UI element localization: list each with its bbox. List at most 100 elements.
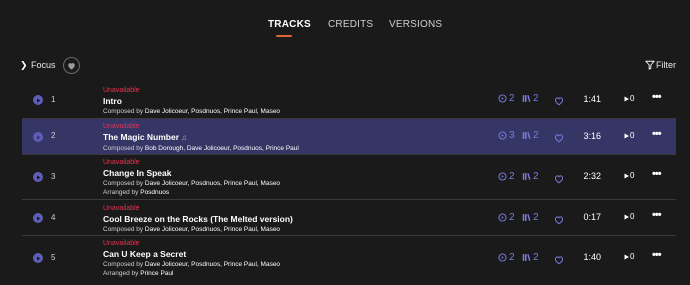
tab-bar: TRACKS CREDITS VERSIONS (0, 0, 690, 40)
library-icon (522, 95, 531, 102)
recordings-count[interactable]: 2 (522, 130, 539, 141)
active-tab-indicator (276, 35, 292, 37)
more-options-button[interactable]: ••• (652, 249, 662, 261)
arranger-names[interactable]: Prince Paul (140, 270, 173, 277)
play-button[interactable] (33, 95, 43, 105)
track-row[interactable]: 5 Unavailable Can U Keep a Secret Compos… (22, 236, 676, 280)
credit-label: Composed by (103, 261, 144, 268)
credit-label: Composed by (103, 180, 144, 187)
chevron-right-icon[interactable]: ❯ (20, 60, 28, 71)
focus-toggle[interactable]: Focus (31, 60, 56, 70)
filter-icon (645, 60, 655, 70)
track-duration: 1:41 (583, 94, 601, 104)
track-info: Unavailable Cool Breeze on the Rocks (Th… (103, 204, 293, 234)
track-number: 3 (51, 172, 56, 181)
play-count-icon (624, 96, 629, 101)
heart-outline-icon (554, 97, 564, 106)
play-count-icon (624, 214, 629, 219)
unavailable-badge: Unavailable (103, 87, 140, 94)
track-duration: 3:16 (583, 131, 601, 141)
recordings-count[interactable]: 2 (522, 93, 539, 104)
track-title[interactable]: The Magic Number ♫ (103, 131, 299, 144)
play-button[interactable] (33, 132, 43, 142)
versions-count[interactable]: 2 (498, 252, 515, 263)
versions-value: 2 (509, 93, 515, 104)
favorite-button[interactable] (554, 93, 564, 111)
track-number: 1 (51, 95, 56, 104)
versions-value: 2 (509, 212, 515, 223)
composed-credit: Composed by Dave Jolicoeur, Posdnuos, Pr… (103, 179, 280, 188)
tab-credits[interactable]: CREDITS (328, 19, 373, 30)
unavailable-badge: Unavailable (103, 159, 140, 166)
more-options-button[interactable]: ••• (652, 168, 662, 180)
composed-credit: Composed by Dave Jolicoeur, Posdnuos, Pr… (103, 107, 280, 116)
heart-icon (68, 62, 75, 70)
disc-icon (498, 131, 507, 140)
favorite-button[interactable] (554, 212, 564, 230)
arranged-credit: Arranged by Prince Paul (103, 269, 280, 278)
disc-icon (498, 213, 507, 222)
play-count-value: 0 (630, 252, 635, 261)
composed-credit: Composed by Dave Jolicoeur, Posdnuos, Pr… (103, 225, 293, 234)
play-count: 0 (624, 171, 634, 180)
heart-outline-icon (554, 175, 564, 184)
track-row[interactable]: 4 Unavailable Cool Breeze on the Rocks (… (22, 200, 676, 236)
track-row[interactable]: 2 Unavailable The Magic Number ♫ Composed… (22, 119, 676, 155)
play-icon (36, 135, 40, 139)
track-title[interactable]: Change In Speak (103, 167, 280, 179)
composer-names[interactable]: Dave Jolicoeur, Posdnuos, Prince Paul, M… (145, 180, 280, 187)
unavailable-badge: Unavailable (103, 240, 140, 247)
track-info: Unavailable Change In Speak Composed by … (103, 158, 280, 197)
track-title[interactable]: Cool Breeze on the Rocks (The Melted ver… (103, 213, 293, 225)
play-count: 0 (624, 94, 634, 103)
credit-label: Composed by (103, 108, 144, 115)
heart-outline-icon (554, 216, 564, 225)
more-options-button[interactable]: ••• (652, 91, 662, 103)
play-count-value: 0 (630, 131, 635, 140)
play-button[interactable] (33, 253, 43, 263)
heart-outline-icon (554, 256, 564, 265)
play-count-value: 0 (630, 94, 635, 103)
recordings-count[interactable]: 2 (522, 252, 539, 263)
track-duration: 0:17 (583, 212, 601, 222)
recordings-value: 2 (533, 212, 539, 223)
versions-count[interactable]: 3 (498, 130, 515, 141)
unavailable-badge: Unavailable (103, 123, 140, 130)
filter-label: Filter (656, 60, 676, 70)
more-options-button[interactable]: ••• (652, 209, 662, 221)
disc-icon (498, 172, 507, 181)
disc-icon (498, 253, 507, 262)
track-duration: 2:32 (583, 171, 601, 181)
favorite-button[interactable] (554, 252, 564, 270)
favorites-filter-button[interactable] (63, 57, 80, 74)
favorite-button[interactable] (554, 130, 564, 148)
composer-names[interactable]: Dave Jolicoeur, Posdnuos, Prince Paul, M… (145, 261, 280, 268)
arranged-credit: Arranged by Posdnuos (103, 188, 280, 197)
recordings-count[interactable]: 2 (522, 171, 539, 182)
composer-names[interactable]: Dave Jolicoeur, Posdnuos, Prince Paul, M… (145, 226, 280, 233)
versions-count[interactable]: 2 (498, 171, 515, 182)
favorite-button[interactable] (554, 171, 564, 189)
track-row[interactable]: 1 Unavailable Intro Composed by Dave Jol… (22, 81, 676, 119)
versions-value: 2 (509, 171, 515, 182)
track-title[interactable]: Can U Keep a Secret (103, 248, 280, 260)
tab-tracks[interactable]: TRACKS (268, 19, 311, 30)
library-icon (522, 214, 531, 221)
versions-count[interactable]: 2 (498, 93, 515, 104)
arranger-names[interactable]: Posdnuos (140, 189, 169, 196)
play-count: 0 (624, 252, 634, 261)
recordings-value: 2 (533, 171, 539, 182)
composer-names[interactable]: Bob Dorough, Dave Jolicoeur, Posdnuos, P… (145, 145, 299, 152)
composer-names[interactable]: Dave Jolicoeur, Posdnuos, Prince Paul, M… (145, 108, 280, 115)
track-title[interactable]: Intro (103, 95, 280, 107)
play-button[interactable] (33, 172, 43, 182)
disc-icon (498, 94, 507, 103)
tab-versions[interactable]: VERSIONS (389, 19, 442, 30)
track-row[interactable]: 3 Unavailable Change In Speak Composed b… (22, 155, 676, 200)
recordings-count[interactable]: 2 (522, 212, 539, 223)
credit-label: Arranged by (103, 270, 139, 277)
play-button[interactable] (33, 213, 43, 223)
versions-value: 3 (509, 130, 515, 141)
versions-count[interactable]: 2 (498, 212, 515, 223)
more-options-button[interactable]: ••• (652, 128, 662, 140)
